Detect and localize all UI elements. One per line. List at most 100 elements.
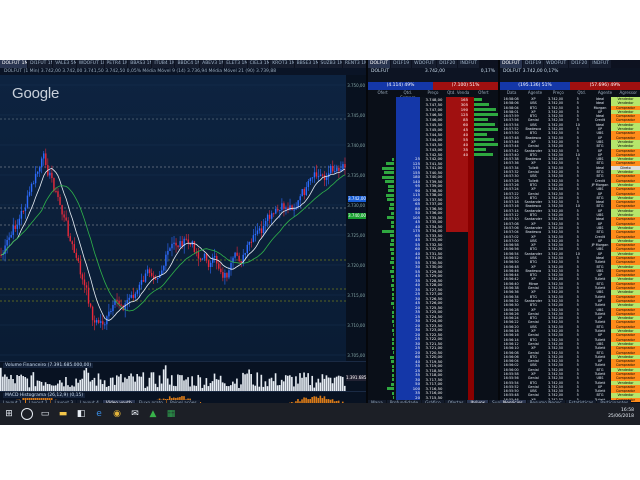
task-view-icon[interactable]: ▭ (38, 407, 52, 421)
volume-bar (20, 374, 22, 392)
volume-bar (0, 367, 2, 392)
chart-panel[interactable]: DOLFUT (1 Min) 3.742,00 3.742,00 3.741,5… (0, 68, 366, 463)
tab-book-4[interactable]: INDFUT (458, 60, 480, 68)
tab-tt-1[interactable]: DI1F19 (523, 60, 544, 68)
edge-icon[interactable]: e (92, 407, 106, 421)
tab-left-0[interactable]: DOLFUT 1Mew (0, 60, 28, 68)
volume-bar (260, 374, 263, 392)
tab-left-2[interactable]: VALE3 5Min (53, 60, 76, 68)
candlestick-chart[interactable] (0, 75, 346, 361)
trading-app-icon[interactable]: ▲ (146, 407, 160, 421)
price-chart[interactable]: Google (0, 75, 346, 361)
times-and-trades-panel[interactable]: DOLFUT 3.742,00 0,17% (195.136) 51% (57.… (500, 68, 640, 410)
volume-bar (248, 369, 250, 392)
volume-panel[interactable]: Volume Financeiro (7.391.685.000,00) 1.3… (0, 361, 366, 392)
book-change: 0,17% (480, 69, 495, 74)
candle-body (273, 213, 275, 215)
bid-depth-bar (390, 382, 394, 386)
tab-left-12[interactable]: BBSE3 1Min (294, 60, 318, 68)
last-price-tag: 3.742,00 (348, 196, 366, 202)
tab-left-14[interactable]: RENT3 1Min (342, 60, 366, 68)
tab-book-2[interactable]: WDOFUT (412, 60, 437, 68)
candle-body (321, 174, 324, 176)
volume-bar (317, 378, 320, 392)
volume-bar (116, 375, 118, 392)
buy-aggression-summary: (195.136) 51% (500, 82, 570, 90)
volume-bar (177, 374, 179, 392)
price-axis-tick: 3.710,00 (347, 323, 365, 328)
tab-left-4[interactable]: PETR4 1Min (104, 60, 128, 68)
tab-tt-4[interactable]: INDFUT (590, 60, 612, 68)
order-book-panel[interactable]: DOLFUT 3.742,00 0,17% (4.114) 49% (7.100… (368, 68, 498, 410)
candle-body (260, 228, 263, 234)
ask-depth-bar (474, 147, 486, 151)
volume-bar (199, 377, 202, 392)
windows-start-icon[interactable]: ⊞ (2, 407, 16, 421)
tab-left-6[interactable]: ITUB4 1Min (152, 60, 175, 68)
tab-left-10[interactable]: CIEL3 1Min (247, 60, 270, 68)
excel-icon[interactable]: ▦ (164, 407, 178, 421)
book-column-header: Qtd. Compra (400, 90, 416, 100)
tab-tt-2[interactable]: WDOFUT (544, 60, 569, 68)
price-axis[interactable]: 3.742,00 3.740,00 3.750,00 3.745,00 3.740,… (346, 75, 366, 361)
system-clock[interactable]: 16:58 25/06/2018 (608, 408, 640, 420)
candle-body (163, 265, 165, 271)
chrome-icon[interactable]: ◉ (110, 407, 124, 421)
candle-body (18, 218, 21, 226)
candle-body (205, 253, 208, 261)
tab-left-8[interactable]: ABEV3 1Min (200, 60, 224, 68)
tab-left-5[interactable]: BBAS3 1Min (128, 60, 152, 68)
candle-body (73, 244, 76, 253)
candle-body (268, 214, 271, 219)
tab-left-1[interactable]: DI1FUT 1Min (28, 60, 53, 68)
book-rows[interactable]: 3.748,00 165 3.747,50 305 3.747,00 190 3.746,5… (368, 97, 498, 405)
book-last-price: 3.742,00 (424, 69, 445, 74)
tab-left-11[interactable]: KROT3 1Min (270, 60, 294, 68)
book-symbol: DOLFUT (371, 69, 390, 74)
tab-left-13[interactable]: SUZB3 1Min (318, 60, 342, 68)
tab-left-3[interactable]: WDOFUT 1Min (76, 60, 104, 68)
candle-body (150, 273, 153, 276)
candle-body (144, 273, 147, 282)
volume-bar (148, 377, 151, 392)
candle-body (63, 214, 65, 218)
tt-rows[interactable]: 16:58:08 XP 3.742,00 5 Ideal Vendedor 16:58:06… (500, 97, 640, 405)
tab-book-3[interactable]: DI1F20 (437, 60, 458, 68)
bid-depth-bar (390, 247, 394, 251)
candle-body (211, 257, 214, 263)
ask-depth-bar (474, 117, 488, 121)
tab-left-9[interactable]: ELET3 1Min (224, 60, 247, 68)
candle-body (226, 273, 228, 278)
volume-bar (246, 373, 248, 392)
store-icon[interactable]: ◧ (74, 407, 88, 421)
candle-body (71, 241, 73, 245)
tab-tt-0[interactable]: DOLFUT (500, 60, 523, 68)
tt-column-headers: Data Agente Preço Qtd. Agente Agressor (500, 90, 640, 97)
candle-body (134, 293, 137, 298)
candle-body (97, 320, 100, 323)
candle-body (222, 272, 224, 278)
tab-left-7[interactable]: BBDC4 1Min (175, 60, 200, 68)
file-explorer-icon[interactable]: ▬ (56, 407, 70, 421)
volume-bar (2, 376, 4, 392)
tab-book-0[interactable]: DOLFUT (368, 60, 391, 68)
candle-body (140, 280, 143, 285)
search-icon[interactable] (20, 407, 34, 421)
volume-bar (274, 373, 277, 392)
candle-body (281, 203, 283, 210)
candle-body (126, 299, 128, 304)
price-axis-tick: 3.705,00 (347, 353, 365, 358)
tab-tt-3[interactable]: DI1F20 (569, 60, 590, 68)
candle-body (279, 209, 281, 211)
book-column-header: Ofert (377, 90, 388, 95)
volume-bar (164, 365, 167, 392)
candle-body (79, 261, 82, 275)
candle-body (315, 172, 318, 177)
candle-body (128, 297, 130, 300)
candle-body (10, 234, 12, 238)
mail-icon[interactable]: ✉ (128, 407, 142, 421)
bid-depth-bar (392, 319, 394, 323)
bid-depth-bar (392, 297, 394, 301)
tab-book-1[interactable]: DI1F19 (391, 60, 412, 68)
candle-body (179, 241, 181, 248)
